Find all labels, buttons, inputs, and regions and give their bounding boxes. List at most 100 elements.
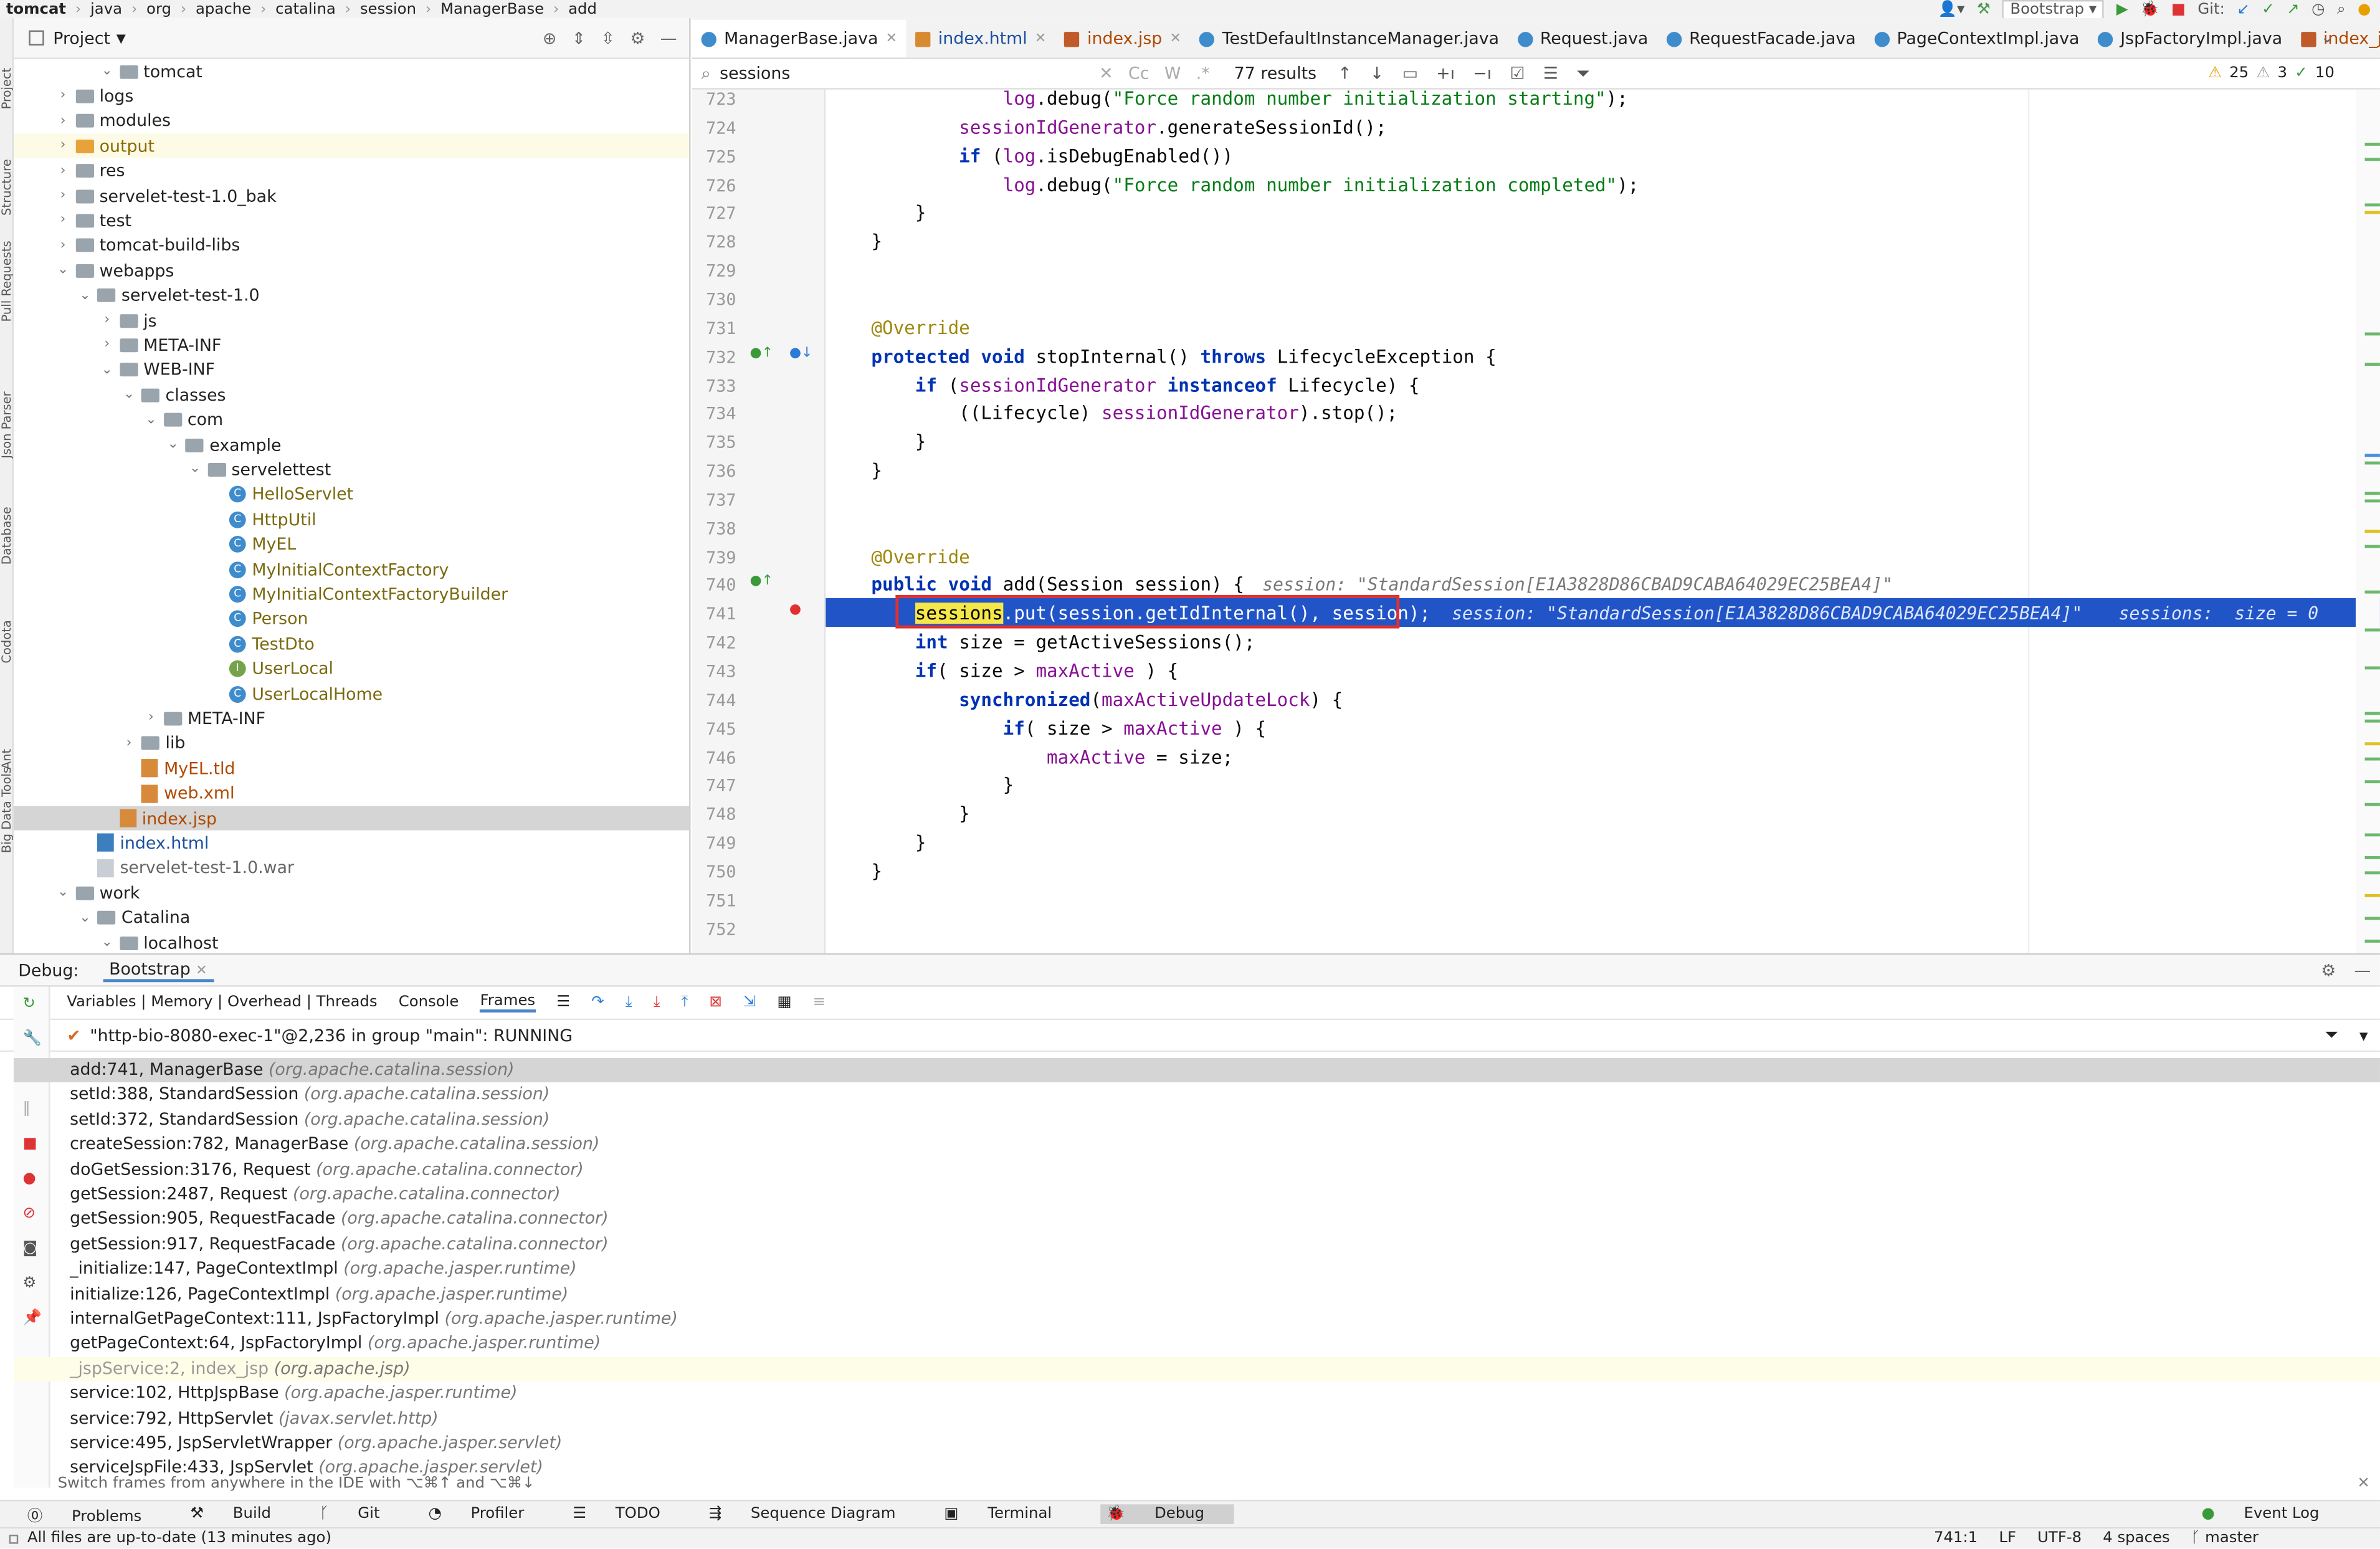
tree-item[interactable]: › test xyxy=(54,209,131,233)
stack-frame[interactable]: setId:388, StandardSession (org.apache.c… xyxy=(14,1083,2380,1108)
breadcrumb-item[interactable]: tomcat xyxy=(6,1,66,17)
chevron-right-icon[interactable]: › xyxy=(54,188,72,203)
editor-tab[interactable]: index.html ✕ xyxy=(907,18,1055,57)
chevron-down-icon[interactable]: ⌄ xyxy=(142,412,160,427)
stack-frame[interactable]: serviceJspFile:433, JspServlet (org.apac… xyxy=(14,1456,2380,1481)
tab-frames[interactable]: Frames xyxy=(480,993,536,1013)
gear-icon[interactable]: ⚙ xyxy=(630,28,645,48)
select-all-icon[interactable]: ▭ xyxy=(1402,64,1418,83)
step-into-icon[interactable]: ⤓ xyxy=(626,994,632,1011)
rerun-icon[interactable]: ↻ xyxy=(23,996,36,1013)
git-branch[interactable]: ᚴ master xyxy=(2191,1530,2259,1547)
close-icon[interactable]: ✕ xyxy=(1170,31,1181,46)
breadcrumb-item[interactable]: session xyxy=(360,1,416,17)
breadcrumb-item[interactable]: ManagerBase xyxy=(440,1,544,17)
tool-window-project[interactable]: Project xyxy=(0,18,14,110)
editor-tab[interactable]: RequestFacade.java xyxy=(1657,18,1865,57)
search-option[interactable]: W xyxy=(1164,64,1181,83)
chevron-down-icon[interactable]: ▼ xyxy=(117,31,126,45)
collapse-all-icon[interactable]: ⇳ xyxy=(601,28,615,48)
git-push-icon[interactable]: ↗ xyxy=(2287,1,2299,17)
breadcrumb-item[interactable]: org xyxy=(146,1,171,17)
expand-all-icon[interactable]: ⇕ xyxy=(572,28,586,48)
caret-position[interactable]: 741:1 xyxy=(1934,1530,1978,1547)
tree-item[interactable]: › lib xyxy=(120,732,186,756)
tabs-overflow-icon[interactable]: ⌄ xyxy=(2320,27,2334,47)
line-separator[interactable]: LF xyxy=(1999,1530,2016,1547)
chevron-down-icon[interactable]: ⌄ xyxy=(54,885,72,900)
search-option[interactable]: .* xyxy=(1196,64,1210,83)
breadcrumb-item[interactable]: apache xyxy=(196,1,251,17)
run-config-select[interactable]: Bootstrap ▾ xyxy=(2002,0,2105,19)
editor-tab[interactable]: JspFactoryImpl.java xyxy=(2088,18,2292,57)
search-everywhere-icon[interactable]: ⌕ xyxy=(2337,1,2346,17)
layout-icon[interactable]: ☰ xyxy=(556,994,570,1011)
tab-console[interactable]: Console xyxy=(399,994,459,1011)
stack-frame[interactable]: createSession:782, ManagerBase (org.apac… xyxy=(14,1133,2380,1158)
tool-button-profiler[interactable]: ◔ Profiler xyxy=(428,1506,548,1523)
indent-setting[interactable]: 4 spaces xyxy=(2103,1530,2169,1547)
stop-icon[interactable]: ■ xyxy=(2171,1,2186,17)
minimize-icon[interactable]: — xyxy=(2354,960,2371,980)
implements-icon[interactable]: ●↓ xyxy=(789,346,813,361)
filter-icon[interactable]: ⏷ xyxy=(2325,1024,2338,1046)
tree-item[interactable]: ⌄ localhost xyxy=(98,930,219,953)
stack-frame[interactable]: getSession:2487, Request (org.apache.cat… xyxy=(14,1183,2380,1208)
close-icon[interactable]: ✕ xyxy=(1035,31,1046,46)
tree-item[interactable]: ⌄ webapps xyxy=(54,259,174,283)
tool-window-pull-requests[interactable]: Pull Requests xyxy=(0,231,14,322)
thread-selector[interactable]: ✔ "http-bio-8080-exec-1"@2,236 in group … xyxy=(0,1020,2380,1052)
stack-frame[interactable]: service:102, HttpJspBase (org.apache.jas… xyxy=(14,1381,2380,1406)
tree-item[interactable]: › output xyxy=(13,133,690,158)
tree-item[interactable]: › META-INF xyxy=(142,707,265,731)
tree-item[interactable]: › res xyxy=(54,159,125,183)
run-icon[interactable]: ▶ xyxy=(2116,1,2128,17)
breakpoint-icon[interactable]: ● xyxy=(789,603,801,618)
chevron-right-icon[interactable]: › xyxy=(54,88,72,103)
tree-item[interactable]: ⌄ Catalina xyxy=(76,905,190,930)
editor-tab[interactable]: Request.java xyxy=(1508,18,1657,57)
tree-item[interactable]: C UserLocalHome xyxy=(208,682,383,706)
force-step-into-icon[interactable]: ⤓ xyxy=(654,994,660,1011)
next-occurrence-icon[interactable]: ↓ xyxy=(1370,64,1384,83)
tree-item[interactable]: ⌄ com xyxy=(142,408,223,432)
tool-window-codota[interactable]: Codota xyxy=(0,572,14,663)
chevron-right-icon[interactable]: › xyxy=(54,238,72,253)
history-icon[interactable]: ◷ xyxy=(2311,1,2325,17)
search-option[interactable]: Cc xyxy=(1128,64,1149,83)
tree-item[interactable]: ⌄ classes xyxy=(120,383,226,407)
previous-occurrence-icon[interactable]: ↑ xyxy=(1338,64,1351,83)
tree-item[interactable]: index.jsp xyxy=(13,806,690,831)
tool-window-structure[interactable]: Structure xyxy=(0,125,14,216)
stack-frame[interactable]: _jspService:2, index_jsp (org.apache.jsp… xyxy=(13,1356,2380,1382)
step-out-icon[interactable]: ⤒ xyxy=(682,994,688,1011)
tree-item[interactable]: C HelloServlet xyxy=(208,482,353,507)
tree-item[interactable]: index.html xyxy=(76,831,209,856)
trace-icon[interactable]: ≡ xyxy=(813,994,826,1011)
tree-item[interactable]: C HttpUtil xyxy=(208,507,317,531)
chevron-right-icon[interactable]: › xyxy=(54,163,72,178)
debug-icon[interactable]: 🐞 xyxy=(2140,1,2159,17)
event-log-button[interactable]: ● Event Log xyxy=(2201,1506,2343,1523)
code-editor[interactable]: log.debug("Force random number initializ… xyxy=(826,89,2380,953)
tab-variables[interactable]: Variables | Memory | Overhead | Threads xyxy=(67,994,377,1011)
chevron-down-icon[interactable]: ⌄ xyxy=(98,64,116,79)
tool-button-todo[interactable]: ☰ TODO xyxy=(573,1506,685,1523)
file-encoding[interactable]: UTF-8 xyxy=(2037,1530,2082,1547)
close-icon[interactable]: ✕ xyxy=(196,963,207,978)
editor-tab[interactable]: index.jsp ✕ xyxy=(1055,18,1191,57)
minimize-icon[interactable]: — xyxy=(660,28,677,48)
chevron-down-icon[interactable]: ⌄ xyxy=(54,263,72,278)
editor-scroll-markers[interactable] xyxy=(2355,89,2380,953)
chevron-right-icon[interactable]: › xyxy=(98,338,116,353)
update-icon[interactable]: ● xyxy=(2358,1,2371,17)
override-icon[interactable]: ●↑ xyxy=(750,346,773,361)
git-update-icon[interactable]: ↙ xyxy=(2237,1,2249,17)
tree-item[interactable]: › tomcat-build-libs xyxy=(54,234,240,258)
chevron-right-icon[interactable]: › xyxy=(54,138,72,153)
stack-frame[interactable]: getSession:917, RequestFacade (org.apach… xyxy=(14,1232,2380,1257)
project-title[interactable]: Project xyxy=(53,28,110,48)
chevron-right-icon[interactable]: › xyxy=(142,711,160,726)
gear-icon[interactable]: ⚙ xyxy=(2321,960,2336,980)
tree-item[interactable]: servelet-test-1.0.war xyxy=(76,856,294,880)
